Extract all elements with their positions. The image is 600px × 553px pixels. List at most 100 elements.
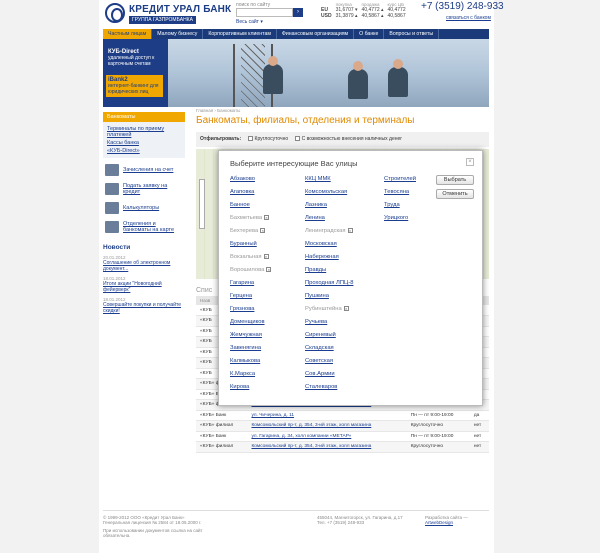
street-option[interactable]: Ленинградская × xyxy=(305,228,353,241)
rate-sell: 40,5867 ▴ xyxy=(361,13,384,19)
search-input[interactable] xyxy=(236,8,293,17)
news-link[interactable]: Итоги акции "Новогодний фейерверк" xyxy=(103,281,185,293)
sidebar-item-terminals[interactable]: Терминалы по приему платежей xyxy=(107,126,181,138)
breadcrumb[interactable]: Главная › Банкоматы xyxy=(196,108,489,113)
nav-item-private[interactable]: Частным лицам xyxy=(103,29,153,39)
sidebar-action-calculators[interactable]: Калькуляторы xyxy=(105,201,185,215)
sidebar-action-map[interactable]: Отделения и банкоматы на карте xyxy=(105,220,185,234)
street-option[interactable]: Советская xyxy=(305,358,353,371)
remove-street-icon[interactable]: × xyxy=(264,215,270,220)
street-option[interactable]: Буранный xyxy=(230,241,271,254)
street-option[interactable]: Рубинштейна × xyxy=(305,306,353,319)
remove-street-icon[interactable]: × xyxy=(260,228,266,233)
news-item: 20.01.2012 Соглашение об электронном док… xyxy=(103,255,185,272)
remove-street-icon[interactable]: × xyxy=(347,228,353,233)
remove-street-icon[interactable]: × xyxy=(266,267,272,272)
sidebar-action-label: Подать заявку на кредит xyxy=(123,183,168,195)
nav-item-about[interactable]: О банке xyxy=(354,29,385,39)
street-option[interactable]: Ленина xyxy=(305,215,353,228)
street-option[interactable]: Ворошилова × xyxy=(230,267,272,280)
street-option[interactable]: Строителей xyxy=(384,176,416,189)
rates-row: USD 31,3879 ▴ 40,5867 ▴ 40,5867 xyxy=(319,13,408,19)
street-option[interactable]: Сов.Армии xyxy=(305,371,353,384)
cell-addr[interactable]: Комсомольский пр-т, д. 354, 3-ий этаж, х… xyxy=(247,420,407,432)
site-search: поиск по сайту › Весь сайт ▾ xyxy=(236,2,303,25)
nav-item-small-business[interactable]: Малому бизнесу xyxy=(152,29,204,39)
street-option[interactable]: Тевосяна xyxy=(384,189,416,202)
street-option[interactable]: Урицкого xyxy=(384,215,416,228)
street-option[interactable]: Завенягина xyxy=(230,345,271,358)
news-heading[interactable]: Новости xyxy=(103,244,185,251)
street-name: Кирова xyxy=(230,384,250,390)
rate-buy: 31,3879 ▴ xyxy=(335,13,358,19)
sidebar-action-credit[interactable]: Подать заявку на кредит xyxy=(105,182,185,196)
street-option[interactable]: Складская xyxy=(305,345,353,358)
nav-item-faq[interactable]: Вопросы и ответы xyxy=(384,29,440,39)
street-option[interactable]: Вокзальная × xyxy=(230,254,271,267)
sidebar-item-kub-direct[interactable]: «КУБ-Direct» xyxy=(107,148,181,154)
sidebar-action-deposits[interactable]: Зачисления на счет xyxy=(105,163,185,177)
street-option[interactable]: Герцена xyxy=(230,293,271,306)
street-option[interactable]: Проходная ЛПЦ-8 xyxy=(305,280,353,293)
sidebar-action-label: Отделения и банкоматы на карте xyxy=(123,221,175,233)
street-name: Сталеваров xyxy=(305,384,338,390)
nav-item-financial[interactable]: Финансовым организациям xyxy=(277,29,355,39)
street-option[interactable]: К.Маркса xyxy=(230,371,271,384)
street-option[interactable]: Набережная xyxy=(305,254,353,267)
street-option[interactable]: ККЦ ММК xyxy=(305,176,353,189)
news-link[interactable]: Соглашение об электронном документ... xyxy=(103,260,185,272)
street-option[interactable]: Московская xyxy=(305,241,353,254)
exchange-rates: покупка продажа курс ЦБ EU 31,6707 ▾ 40,… xyxy=(319,2,408,19)
sidebar-item-cash-desks[interactable]: Кассы банка xyxy=(107,140,181,146)
document-icon xyxy=(105,183,119,195)
street-option[interactable]: Кирова xyxy=(230,384,271,397)
close-icon[interactable]: × xyxy=(466,158,474,166)
street-option[interactable]: Бехтерева × xyxy=(230,228,271,241)
street-option[interactable]: Правды xyxy=(305,267,353,280)
news-link[interactable]: Совершайте покупки и получайте скидки! xyxy=(103,302,185,314)
promo-ibank2-text: интернет-банкинг для юридических лиц xyxy=(108,83,159,95)
search-button[interactable]: › xyxy=(293,8,303,17)
street-option[interactable]: Лазника xyxy=(305,202,353,215)
sidebar-item-atms[interactable]: Банкоматы xyxy=(103,112,185,122)
bank-logo[interactable]: КРЕДИТ УРАЛ БАНК ГРУППА ГАЗПРОМБАНКА xyxy=(105,2,231,24)
street-option[interactable]: Сталеваров xyxy=(305,384,353,397)
promo-kub-direct[interactable]: КУБ-Direct удаленный доступ к карточным … xyxy=(106,47,163,69)
cell-addr[interactable]: ул. Чичерина, д. 11 xyxy=(247,410,407,421)
all-sites-dropdown[interactable]: Весь сайт ▾ xyxy=(236,19,263,25)
street-option[interactable]: Труда xyxy=(384,202,416,215)
cell-addr[interactable]: ул. Гагарина, д. 34, холл компании «МЕТА… xyxy=(247,431,407,442)
contact-bank-link[interactable]: связаться с банком xyxy=(446,15,491,21)
remove-street-icon[interactable]: × xyxy=(343,306,349,311)
street-option[interactable]: Доменщиков xyxy=(230,319,271,332)
street-option[interactable]: Сиреневый xyxy=(305,332,353,345)
cell-hours: Круглосуточно xyxy=(406,441,470,453)
street-option[interactable]: Комсомольская xyxy=(305,189,353,202)
street-option[interactable]: Банное xyxy=(230,202,271,215)
cancel-button[interactable]: Отменить xyxy=(436,189,474,199)
filter-cash-in-checkbox[interactable] xyxy=(294,136,300,142)
select-button[interactable]: Выбрать xyxy=(436,175,474,185)
footer-dev-link[interactable]: ArtwebDesign xyxy=(425,520,489,525)
street-option[interactable]: Ручьева xyxy=(305,319,353,332)
street-option[interactable]: Бахметьева × xyxy=(230,215,271,228)
dialog-title: Выберите интересующие Вас улицы xyxy=(230,159,358,168)
street-option[interactable]: Абзаково xyxy=(230,176,271,189)
street-option[interactable]: Жемчужная xyxy=(230,332,271,345)
street-option[interactable]: Грязнова xyxy=(230,306,271,319)
street-option[interactable]: Калмыкова xyxy=(230,358,271,371)
map-zoom-slider[interactable] xyxy=(199,179,205,229)
nav-item-corporate[interactable]: Корпоративным клиентам xyxy=(203,29,277,39)
main-nav: Частным лицам Малому бизнесу Корпоративн… xyxy=(103,29,489,39)
banner-promo-panel: КУБ-Direct удаленный доступ к карточным … xyxy=(103,39,168,107)
street-option[interactable]: Гагарина xyxy=(230,280,271,293)
remove-street-icon[interactable]: × xyxy=(263,254,269,259)
street-option[interactable]: Агаповка xyxy=(230,189,271,202)
promo-ibank2[interactable]: iBank2 интернет-банкинг для юридических … xyxy=(106,75,163,97)
street-name: Абзаково xyxy=(230,176,256,182)
filter-24h-checkbox[interactable] xyxy=(247,136,253,142)
street-name: Калмыкова xyxy=(230,358,261,364)
street-name: Вокзальная xyxy=(230,254,262,261)
cell-addr[interactable]: Комсомольский пр-т, д. 354, 3-ий этаж, х… xyxy=(247,441,407,453)
street-option[interactable]: Пушкина xyxy=(305,293,353,306)
